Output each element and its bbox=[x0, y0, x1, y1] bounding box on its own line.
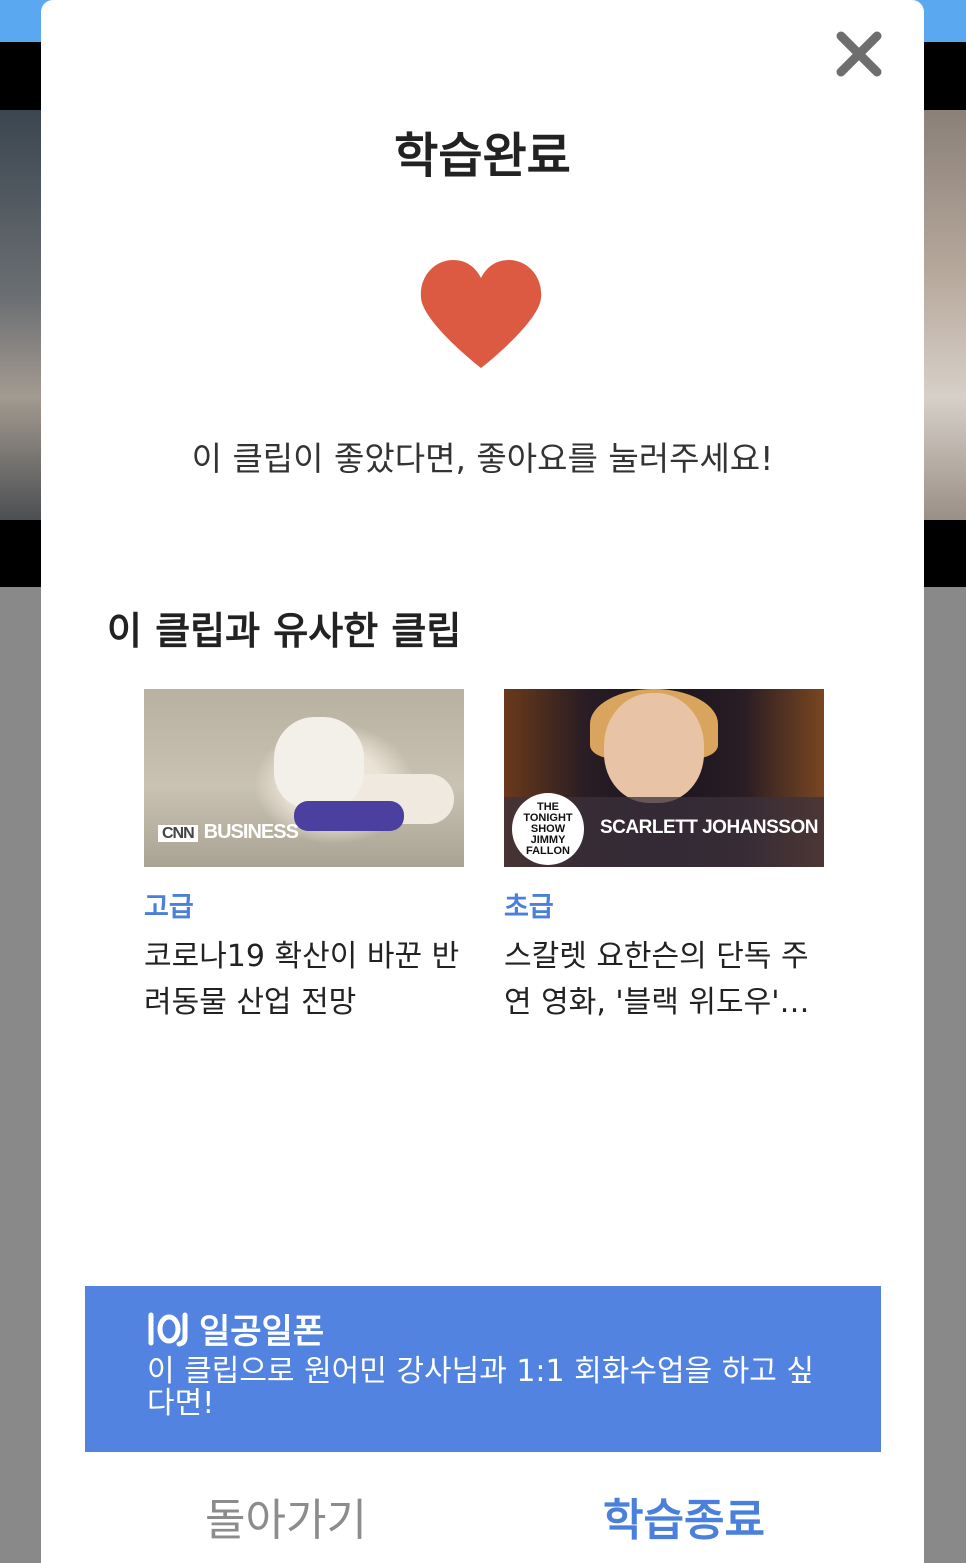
thumbnail-dog bbox=[274, 717, 364, 809]
learning-complete-modal: 학습완료 이 클립이 좋았다면, 좋아요를 눌러주세요! 이 클립과 유사한 클… bbox=[41, 0, 924, 1563]
clip-thumbnail: CNN BUSINESS bbox=[144, 689, 464, 867]
banner-text: 이 클립으로 원어민 강사님과 1:1 회화수업을 하고 싶다면! bbox=[147, 1354, 815, 1421]
similar-clips-heading: 이 클립과 유사한 클립 bbox=[107, 609, 462, 653]
close-icon bbox=[836, 31, 882, 77]
heart-icon bbox=[420, 260, 542, 368]
modal-title: 학습완료 bbox=[394, 128, 571, 184]
background-video-frame-left bbox=[0, 110, 42, 520]
brand-logo-icon bbox=[148, 1312, 188, 1346]
clip-level: 고급 bbox=[144, 892, 194, 923]
background-video-frame-right bbox=[924, 110, 966, 520]
close-button[interactable] bbox=[831, 26, 887, 82]
clip-title: 스칼렛 요한슨의 단독 주연 영화, '블랙 위도우'… bbox=[504, 939, 810, 1020]
thumbnail-guest-name: SCARLETT JOHANSSON bbox=[600, 817, 818, 838]
clip-level: 초급 bbox=[504, 892, 554, 923]
clip-title: 코로나19 확산이 바꾼 반려동물 산업 전망 bbox=[144, 939, 460, 1020]
like-prompt-text: 이 클립이 좋았다면, 좋아요를 눌러주세요! bbox=[191, 439, 774, 478]
banner-brand: 일공일폰 bbox=[145, 1304, 324, 1353]
finish-learning-button[interactable]: 학습종료 bbox=[603, 1484, 765, 1548]
banner-brand-name: 일공일폰 bbox=[199, 1312, 325, 1352]
back-button[interactable]: 돌아가기 bbox=[205, 1484, 367, 1548]
thumbnail-channel-logo: CNN BUSINESS bbox=[158, 821, 299, 844]
tutoring-promo-banner[interactable]: 일공일폰 이 클립으로 원어민 강사님과 1:1 회화수업을 하고 싶다면! bbox=[85, 1286, 881, 1452]
similar-clip-card[interactable]: CNN BUSINESS 고급 코로나19 확산이 바꾼 반려동물 산업 전망 bbox=[144, 689, 464, 1026]
thumbnail-toy bbox=[294, 801, 404, 831]
similar-clip-card[interactable]: THE TONIGHT SHOW JIMMY FALLON SCARLETT J… bbox=[504, 689, 824, 1026]
clip-thumbnail: THE TONIGHT SHOW JIMMY FALLON SCARLETT J… bbox=[504, 689, 824, 867]
thumbnail-face bbox=[604, 693, 704, 803]
thumbnail-show-logo: THE TONIGHT SHOW JIMMY FALLON bbox=[512, 793, 584, 865]
like-button[interactable] bbox=[417, 256, 545, 370]
